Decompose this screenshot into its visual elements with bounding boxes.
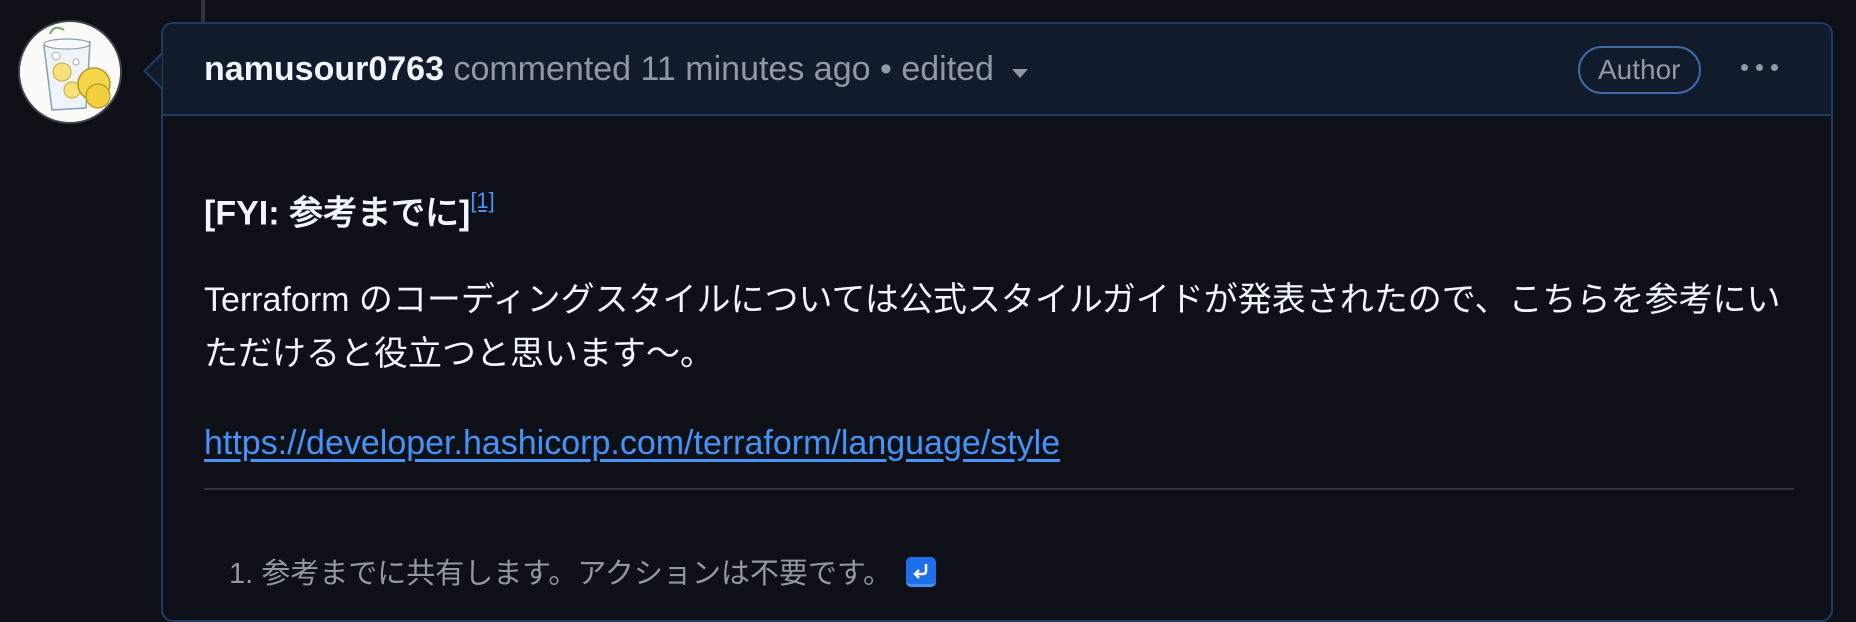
return-arrow-icon[interactable] xyxy=(906,557,937,588)
comment-arrow-fill xyxy=(146,55,162,87)
style-guide-link[interactable]: https://developer.hashicorp.com/terrafor… xyxy=(204,422,1060,464)
footnote-reference-link[interactable]: [1] xyxy=(470,188,494,213)
footnote-text: 参考までに共有します。アクションは不要です。 xyxy=(261,558,893,590)
author-badge: Author xyxy=(1578,46,1701,94)
author-link[interactable]: namusour0763 xyxy=(204,50,444,88)
edited-dropdown[interactable]: edited xyxy=(901,50,1028,88)
footnote-number: 1. xyxy=(229,558,254,590)
comment-card: namusour0763 commented 11 minutes ago • … xyxy=(161,22,1833,622)
heading-text: [FYI: 参考までに] xyxy=(204,194,471,233)
comment-action: commented xyxy=(453,50,632,88)
footnotes-divider xyxy=(204,488,1794,490)
edited-label: edited xyxy=(901,50,994,88)
comment-header: namusour0763 commented 11 minutes ago • … xyxy=(163,24,1831,116)
triangle-down-icon xyxy=(1011,68,1028,78)
meta-separator: • xyxy=(879,50,892,88)
comment-meta: namusour0763 commented 11 minutes ago • … xyxy=(204,48,1028,90)
kebab-dot xyxy=(1740,63,1748,71)
author-avatar[interactable] xyxy=(18,20,122,124)
timeline-line xyxy=(201,0,205,22)
kebab-dot xyxy=(1755,63,1763,71)
lemon-sour-avatar-icon xyxy=(20,22,120,122)
footnote-item: 1. 参考までに共有します。アクションは不要です。 xyxy=(229,554,937,594)
comment-timestamp[interactable]: 11 minutes ago xyxy=(641,50,871,88)
comment-options-button[interactable] xyxy=(1734,52,1784,82)
comment-heading: [FYI: 参考までに][1] xyxy=(204,184,495,234)
comment-body-paragraph: Terraform のコーディングスタイルについては公式スタイルガイドが発表され… xyxy=(204,281,1781,373)
kebab-dot xyxy=(1770,63,1778,71)
